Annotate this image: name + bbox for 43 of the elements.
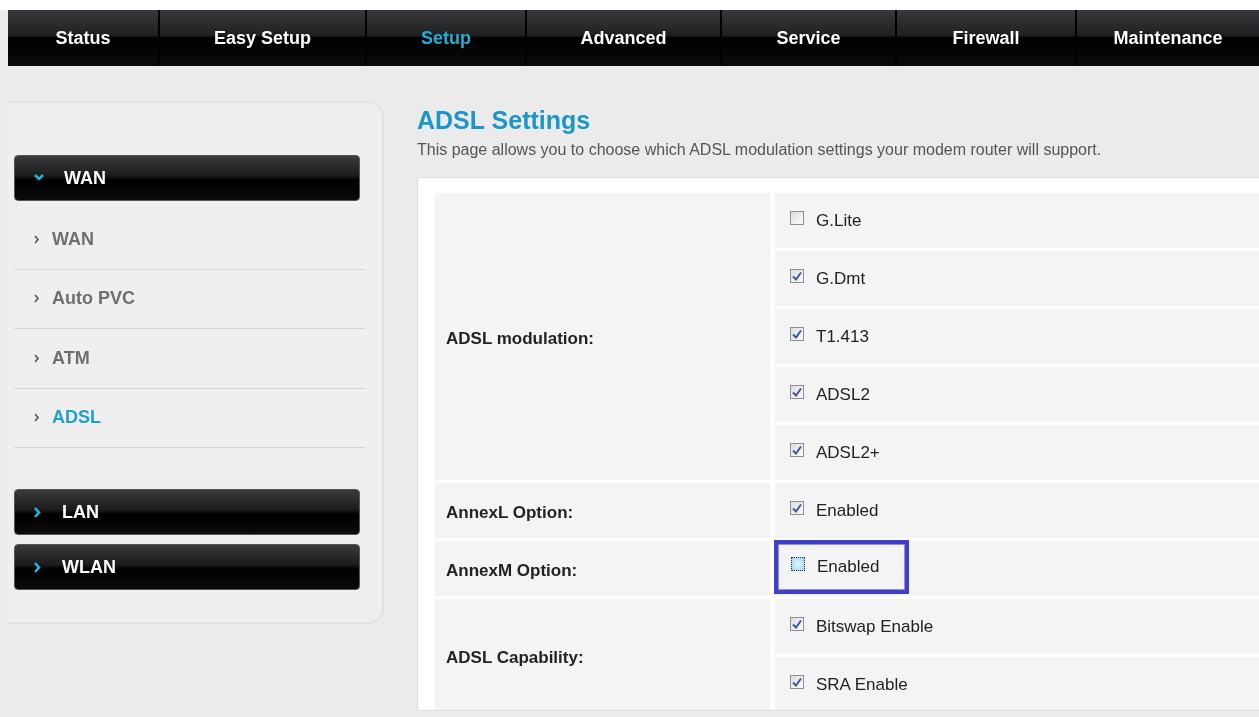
page-title: ADSL Settings [417,106,591,135]
chevron-right-icon [34,294,40,304]
nav-tab[interactable]: Setup [367,10,525,66]
chevron-right-icon [34,506,42,518]
option-checkbox[interactable]: Bitswap Enable [790,615,934,639]
option-checkbox[interactable]: Enabled [790,499,879,523]
setting-label: AnnexM Option: [435,541,770,596]
sidebar-item[interactable]: WAN [14,210,365,270]
checkbox[interactable] [790,443,804,457]
option-checkbox[interactable]: G.Dmt [790,267,866,291]
sidebar-item[interactable]: Auto PVC [14,269,365,329]
nav-tab[interactable]: Service [722,10,895,66]
page-description: This page allows you to choose which ADSL modulation settings your modem router will support. [417,141,1102,159]
option-checkbox[interactable]: ADSL2 [790,383,870,407]
nav-tab[interactable]: Firewall [897,10,1075,66]
checkbox[interactable] [790,501,804,515]
chevron-right-icon [34,413,40,423]
sidebar-group-header[interactable]: LAN [14,489,360,535]
sidebar-group-header[interactable]: WAN [14,155,360,201]
sidebar-item[interactable]: ATM [14,329,365,389]
option-checkbox[interactable]: T1.413 [790,325,869,349]
nav-tab[interactable]: Easy Setup [160,10,365,66]
sidebar-group-header[interactable]: WLAN [14,544,360,590]
setting-label: ADSL modulation: [435,193,770,480]
checkbox[interactable] [790,211,804,225]
setting-label: ADSL Capability: [435,599,770,710]
chevron-right-icon [34,561,42,573]
nav-tab[interactable]: Maintenance [1077,10,1259,66]
checkbox[interactable] [790,327,804,341]
option-checkbox[interactable]: SRA Enable [790,673,908,697]
option-checkbox[interactable]: ADSL2+ [790,441,880,465]
nav-tab[interactable]: Status [8,10,158,66]
checkbox[interactable] [790,675,804,689]
nav-tab[interactable]: Advanced [527,10,720,66]
chevron-right-icon [34,234,40,244]
checkbox[interactable] [790,269,804,283]
setting-label: AnnexL Option: [435,483,770,538]
checkbox[interactable] [791,557,805,571]
chevron-down-icon [34,174,44,182]
option-checkbox[interactable]: G.Lite [790,209,862,233]
chevron-right-icon [34,353,40,363]
checkbox[interactable] [790,385,804,399]
checkbox[interactable] [790,617,804,631]
